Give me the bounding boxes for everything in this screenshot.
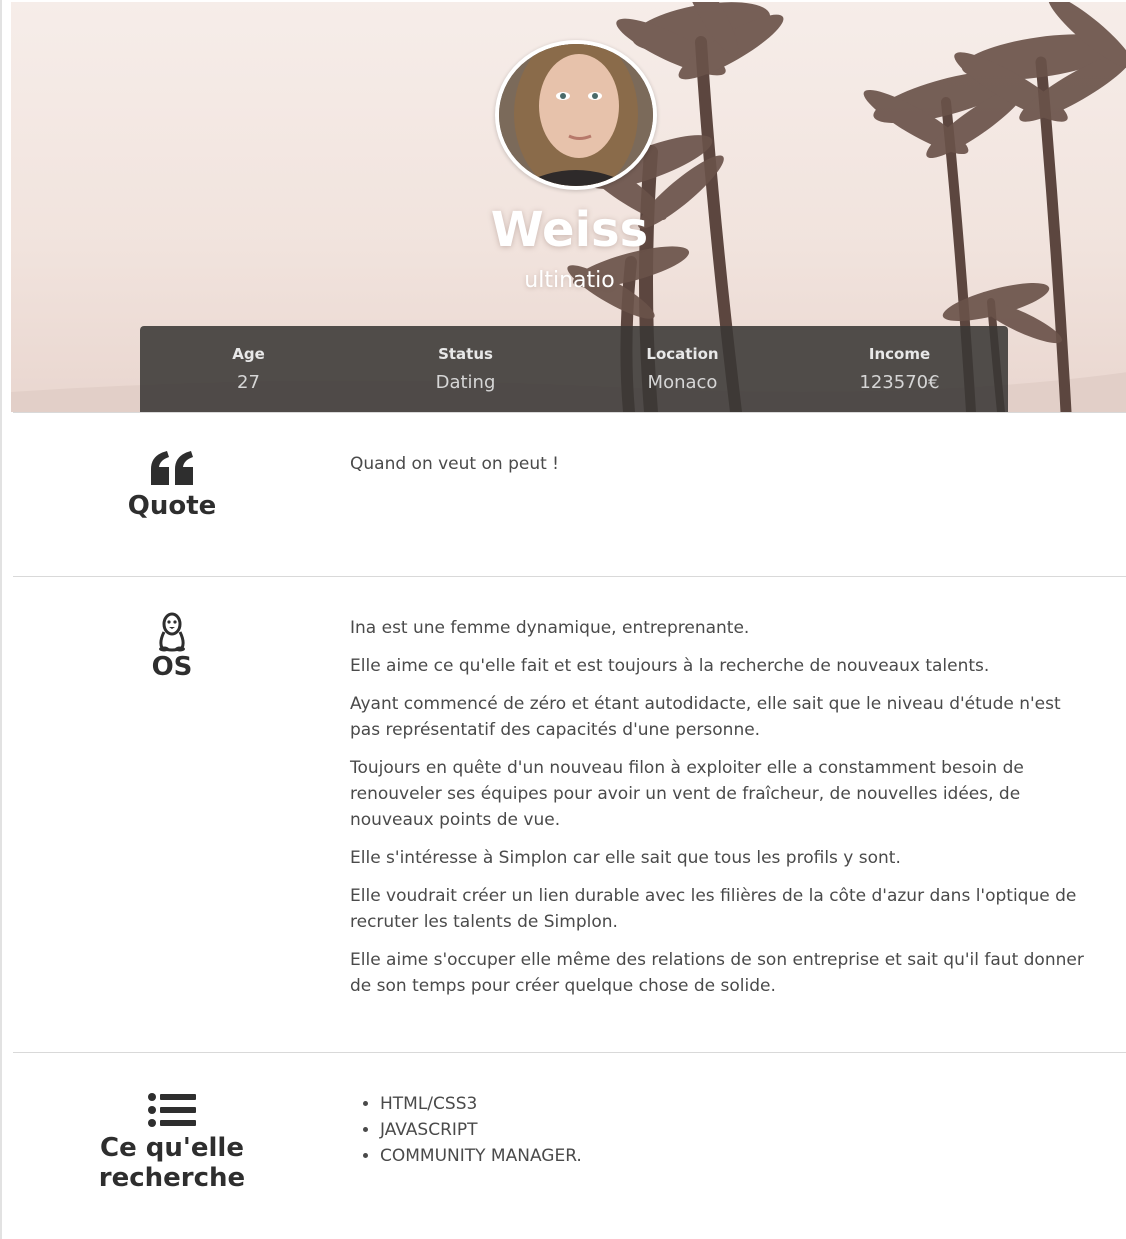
quote-side: Quote bbox=[13, 451, 331, 521]
list-item: COMMUNITY MANAGER. bbox=[380, 1143, 1090, 1169]
quote-text: Quand on veut on peut ! bbox=[350, 454, 559, 474]
profile-photo bbox=[499, 44, 653, 186]
stat-value: Dating bbox=[435, 372, 496, 393]
profile-name: Weiss bbox=[490, 202, 649, 258]
stat-value: 123570€ bbox=[859, 372, 940, 393]
hero-banner: Weiss ultinatio Age 27 Status Dating Loc… bbox=[11, 2, 1126, 412]
quote-content: Quand on veut on peut ! bbox=[350, 451, 1090, 489]
stat-income: Income 123570€ bbox=[791, 326, 1008, 412]
list-icon bbox=[148, 1093, 196, 1127]
search-content: HTML/CSS3 JAVASCRIPT COMMUNITY MANAGER. bbox=[350, 1091, 1090, 1169]
avatar bbox=[495, 40, 657, 190]
linux-penguin-icon bbox=[159, 612, 185, 652]
os-paragraph: Toujours en quête d'un nouveau filon à e… bbox=[350, 758, 1024, 830]
stat-age: Age 27 bbox=[140, 326, 357, 412]
os-content: Ina est une femme dynamique, entreprenan… bbox=[350, 615, 1090, 1011]
profile-subtitle: ultinatio bbox=[524, 268, 615, 293]
os-paragraph: Elle s'intéresse à Simplon car elle sait… bbox=[350, 848, 901, 868]
stat-value: 27 bbox=[237, 372, 260, 393]
os-paragraph: Elle aime ce qu'elle fait et est toujour… bbox=[350, 656, 990, 676]
section-title-line1: Ce qu'elle bbox=[100, 1133, 244, 1163]
section-title-line2: recherche bbox=[98, 1163, 246, 1193]
search-section: Ce qu'elle recherche HTML/CSS3 JAVASCRIP… bbox=[13, 1053, 1126, 1239]
os-paragraph: Ayant commencé de zéro et étant autodida… bbox=[350, 694, 1061, 740]
os-paragraph: Ina est une femme dynamique, entreprenan… bbox=[350, 618, 750, 638]
os-side: OS bbox=[13, 612, 331, 682]
stat-value: Monaco bbox=[647, 372, 718, 393]
quote-section: Quote Quand on veut on peut ! bbox=[13, 413, 1126, 576]
search-side: Ce qu'elle recherche bbox=[13, 1093, 331, 1193]
stat-status: Status Dating bbox=[357, 326, 574, 412]
quote-icon bbox=[151, 451, 193, 485]
stat-label: Age bbox=[232, 345, 265, 363]
stat-location: Location Monaco bbox=[574, 326, 791, 412]
list-item: JAVASCRIPT bbox=[380, 1117, 1090, 1143]
os-section: OS Ina est une femme dynamique, entrepre… bbox=[13, 577, 1126, 1052]
profile-page: Weiss ultinatio Age 27 Status Dating Loc… bbox=[0, 0, 1126, 1239]
section-title: OS bbox=[151, 652, 193, 682]
stat-label: Income bbox=[868, 345, 931, 363]
stat-label: Status bbox=[438, 345, 493, 363]
list-item: HTML/CSS3 bbox=[380, 1091, 1090, 1117]
os-paragraph: Elle voudrait créer un lien durable avec… bbox=[350, 886, 1077, 932]
search-list: HTML/CSS3 JAVASCRIPT COMMUNITY MANAGER. bbox=[350, 1091, 1090, 1169]
section-title: Quote bbox=[127, 491, 217, 521]
stats-bar: Age 27 Status Dating Location Monaco Inc… bbox=[140, 326, 1008, 412]
stat-label: Location bbox=[646, 345, 719, 363]
os-paragraph: Elle aime s'occuper elle même des relati… bbox=[350, 950, 1084, 996]
